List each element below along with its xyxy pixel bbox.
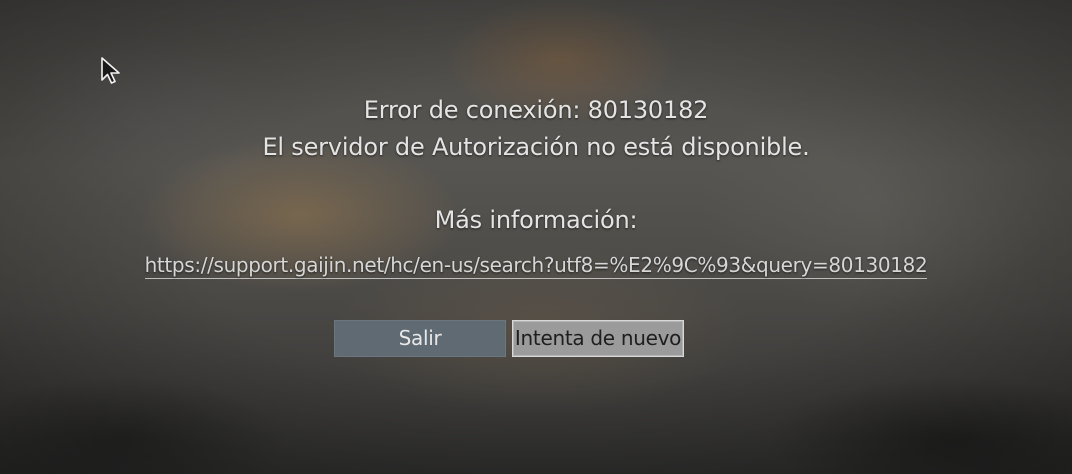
support-link-row: https://support.gaijin.net/hc/en-us/sear… (0, 252, 1072, 282)
error-message-text: El servidor de Autorización no está disp… (262, 133, 810, 161)
retry-button[interactable]: Intenta de nuevo (512, 320, 684, 357)
dialog-buttons: Salir Intenta de nuevo (334, 320, 684, 357)
error-screen: Error de conexión: 80130182 El servidor … (0, 0, 1072, 474)
exit-button[interactable]: Salir (334, 320, 506, 357)
mouse-pointer-icon (101, 57, 120, 84)
error-code-text: Error de conexión: 80130182 (363, 96, 709, 124)
support-link[interactable]: https://support.gaijin.net/hc/en-us/sear… (144, 252, 928, 279)
error-dialog: Error de conexión: 80130182 El servidor … (0, 92, 1072, 282)
more-info-label: Más información: (434, 206, 638, 234)
